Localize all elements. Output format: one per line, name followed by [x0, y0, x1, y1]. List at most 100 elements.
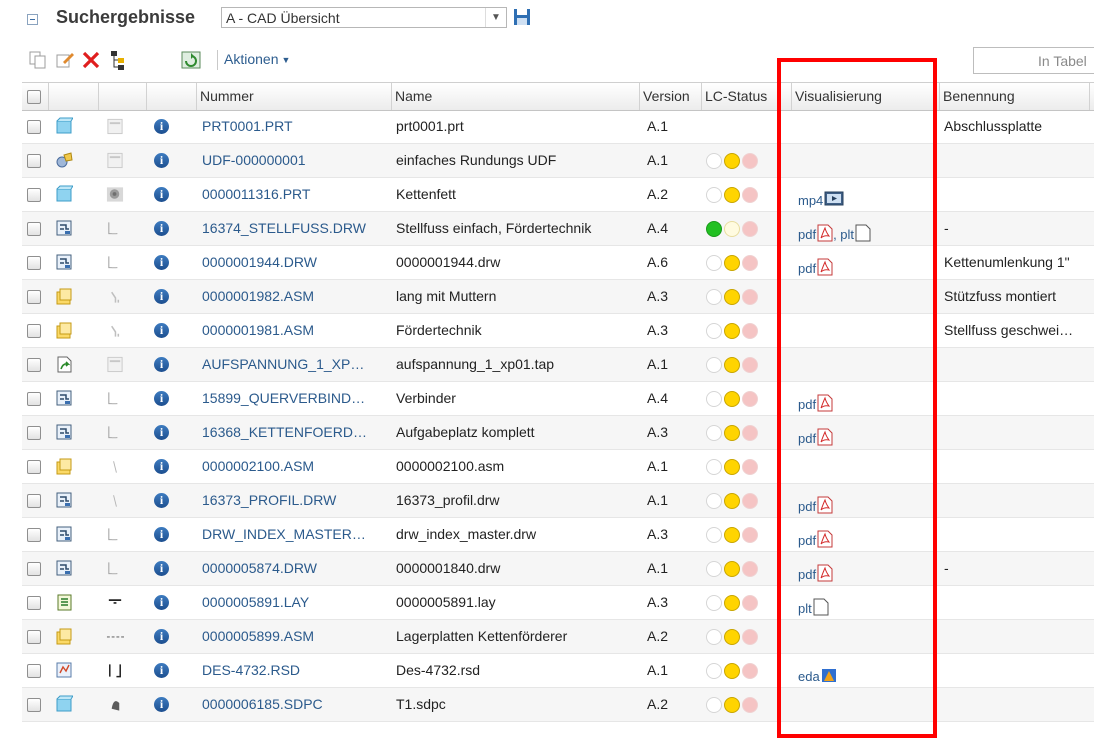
row-checkbox[interactable]	[27, 460, 41, 474]
row-checkbox[interactable]	[27, 596, 41, 610]
line-thumb-icon[interactable]	[106, 457, 124, 475]
bracket-pair-thumb-icon[interactable]	[106, 661, 124, 679]
table-row[interactable]: i 0000005891.LAY 0000005891.lay A.3 plt	[22, 586, 1094, 620]
table-row[interactable]: i 0000001944.DRW 0000001944.drw A.6 pdf Kette…	[22, 246, 1094, 280]
name-column-header[interactable]: Name	[392, 83, 640, 110]
visualization-link[interactable]: pdf	[798, 428, 833, 446]
part-number-link[interactable]: 16368_KETTENFOERD…	[202, 416, 392, 449]
part-number-link[interactable]: 16374_STELLFUSS.DRW	[202, 212, 392, 245]
part-number-link[interactable]: UDF-000000001	[202, 144, 392, 177]
table-row[interactable]: i 15899_QUERVERBIND… Verbinder A.4 pdf	[22, 382, 1094, 416]
table-row[interactable]: i DES-4732.RSD Des-4732.rsd A.1 eda	[22, 654, 1094, 688]
info-icon[interactable]: i	[154, 493, 169, 508]
document-thumb-icon[interactable]	[106, 355, 124, 373]
structure-icon[interactable]	[108, 49, 130, 71]
drawing-thumb-icon[interactable]	[106, 559, 124, 577]
info-icon[interactable]: i	[154, 663, 169, 678]
info-icon[interactable]: i	[154, 289, 169, 304]
drawing-thumb-icon[interactable]	[106, 219, 124, 237]
drawing-thumb-icon[interactable]	[106, 389, 124, 407]
table-row[interactable]: i AUFSPANNUNG_1_XP… aufspannung_1_xp01.tap…	[22, 348, 1094, 382]
drawing-thumb-icon[interactable]	[106, 423, 124, 441]
visualization-link[interactable]: pdf	[798, 496, 833, 514]
version-column-header[interactable]: Version	[640, 83, 702, 110]
select-all-checkbox[interactable]	[27, 90, 41, 104]
actions-menu[interactable]: Aktionen ▼	[224, 51, 290, 67]
part-number-link[interactable]: 0000011316.PRT	[202, 178, 392, 211]
chevron-down-icon[interactable]: ▼	[485, 8, 506, 27]
info-icon[interactable]: i	[154, 357, 169, 372]
table-row[interactable]: i DRW_INDEX_MASTER… drw_index_master.drw A.…	[22, 518, 1094, 552]
visualization-link[interactable]: pdf	[798, 258, 833, 276]
part-number-link[interactable]: 15899_QUERVERBIND…	[202, 382, 392, 415]
table-search-input[interactable]: In Tabel	[973, 47, 1094, 74]
part-number-link[interactable]: AUFSPANNUNG_1_XP…	[202, 348, 392, 381]
table-row[interactable]: i PRT0001.PRT prt0001.prt A.1 Abschlussplatt…	[22, 110, 1094, 144]
row-checkbox[interactable]	[27, 494, 41, 508]
table-row[interactable]: i 0000002100.ASM 0000002100.asm A.1	[22, 450, 1094, 484]
number-column-header[interactable]: Nummer	[197, 83, 392, 110]
line-thumb-icon[interactable]	[106, 491, 124, 509]
info-icon[interactable]: i	[154, 697, 169, 712]
info-icon[interactable]: i	[154, 595, 169, 610]
visualization-link[interactable]: pdf	[798, 224, 833, 242]
row-checkbox[interactable]	[27, 290, 41, 304]
row-checkbox[interactable]	[27, 562, 41, 576]
info-icon[interactable]: i	[154, 561, 169, 576]
part-number-link[interactable]: 0000002100.ASM	[202, 450, 392, 483]
visualization-column-header[interactable]: Visualisierung	[792, 83, 940, 110]
info-icon[interactable]: i	[154, 323, 169, 338]
view-select[interactable]: A - CAD Übersicht ▼	[221, 7, 507, 28]
edit-icon[interactable]	[54, 49, 76, 71]
info-icon[interactable]: i	[154, 153, 169, 168]
table-row[interactable]: i 16374_STELLFUSS.DRW Stellfuss einfach, F…	[22, 212, 1094, 246]
delete-icon[interactable]	[80, 49, 102, 71]
drawing-thumb-icon[interactable]	[106, 253, 124, 271]
save-icon[interactable]	[513, 8, 531, 26]
visualization-link[interactable]: eda	[798, 669, 837, 684]
row-checkbox[interactable]	[27, 426, 41, 440]
visualization-link[interactable]: mp4	[798, 191, 844, 208]
part-number-link[interactable]: 0000001982.ASM	[202, 280, 392, 313]
row-checkbox[interactable]	[27, 256, 41, 270]
document-thumb-icon[interactable]	[106, 117, 124, 135]
visualization-link[interactable]: , plt	[833, 224, 871, 242]
row-checkbox[interactable]	[27, 222, 41, 236]
info-icon[interactable]: i	[154, 629, 169, 644]
lc-status-column-header[interactable]: LC-Status	[702, 83, 792, 110]
bracket-thumb-icon[interactable]	[106, 321, 124, 339]
part-number-link[interactable]: DRW_INDEX_MASTER…	[202, 518, 392, 551]
copy-icon[interactable]	[27, 49, 49, 71]
part-number-link[interactable]: 0000006185.SDPC	[202, 688, 392, 721]
part-number-link[interactable]: 0000001981.ASM	[202, 314, 392, 347]
visualization-link[interactable]: pdf	[798, 530, 833, 548]
table-row[interactable]: i 16373_PROFIL.DRW 16373_profil.drw A.1 pdf	[22, 484, 1094, 518]
part-number-link[interactable]: 0000005891.LAY	[202, 586, 392, 619]
part-number-link[interactable]: 0000005899.ASM	[202, 620, 392, 653]
refresh-table-icon[interactable]	[180, 49, 202, 71]
row-checkbox[interactable]	[27, 630, 41, 644]
part-number-link[interactable]: 0000005874.DRW	[202, 552, 392, 585]
table-row[interactable]: i 0000011316.PRT Kettenfett A.2 mp4	[22, 178, 1094, 212]
type-column-header[interactable]	[49, 83, 99, 110]
info-icon[interactable]: i	[154, 221, 169, 236]
drawing-thumb-icon[interactable]	[106, 525, 124, 543]
row-checkbox[interactable]	[27, 324, 41, 338]
table-row[interactable]: i 16368_KETTENFOERD… Aufgabeplatz komplett…	[22, 416, 1094, 450]
info-icon[interactable]: i	[154, 119, 169, 134]
row-checkbox[interactable]	[27, 664, 41, 678]
thumbnail-column-header[interactable]	[99, 83, 147, 110]
table-row[interactable]: i UDF-000000001 einfaches Rundungs UDF A.1	[22, 144, 1094, 178]
part-number-link[interactable]: 16373_PROFIL.DRW	[202, 484, 392, 517]
visualization-link[interactable]: plt	[798, 598, 829, 616]
part-number-link[interactable]: DES-4732.RSD	[202, 654, 392, 687]
row-checkbox[interactable]	[27, 528, 41, 542]
part-number-link[interactable]: PRT0001.PRT	[202, 110, 392, 143]
row-checkbox[interactable]	[27, 392, 41, 406]
bracket-thumb-icon[interactable]	[106, 287, 124, 305]
row-checkbox[interactable]	[27, 358, 41, 372]
row-checkbox[interactable]	[27, 698, 41, 712]
table-row[interactable]: i 0000006185.SDPC T1.sdpc A.2	[22, 688, 1094, 722]
part-number-link[interactable]: 0000001944.DRW	[202, 246, 392, 279]
info-icon[interactable]: i	[154, 187, 169, 202]
